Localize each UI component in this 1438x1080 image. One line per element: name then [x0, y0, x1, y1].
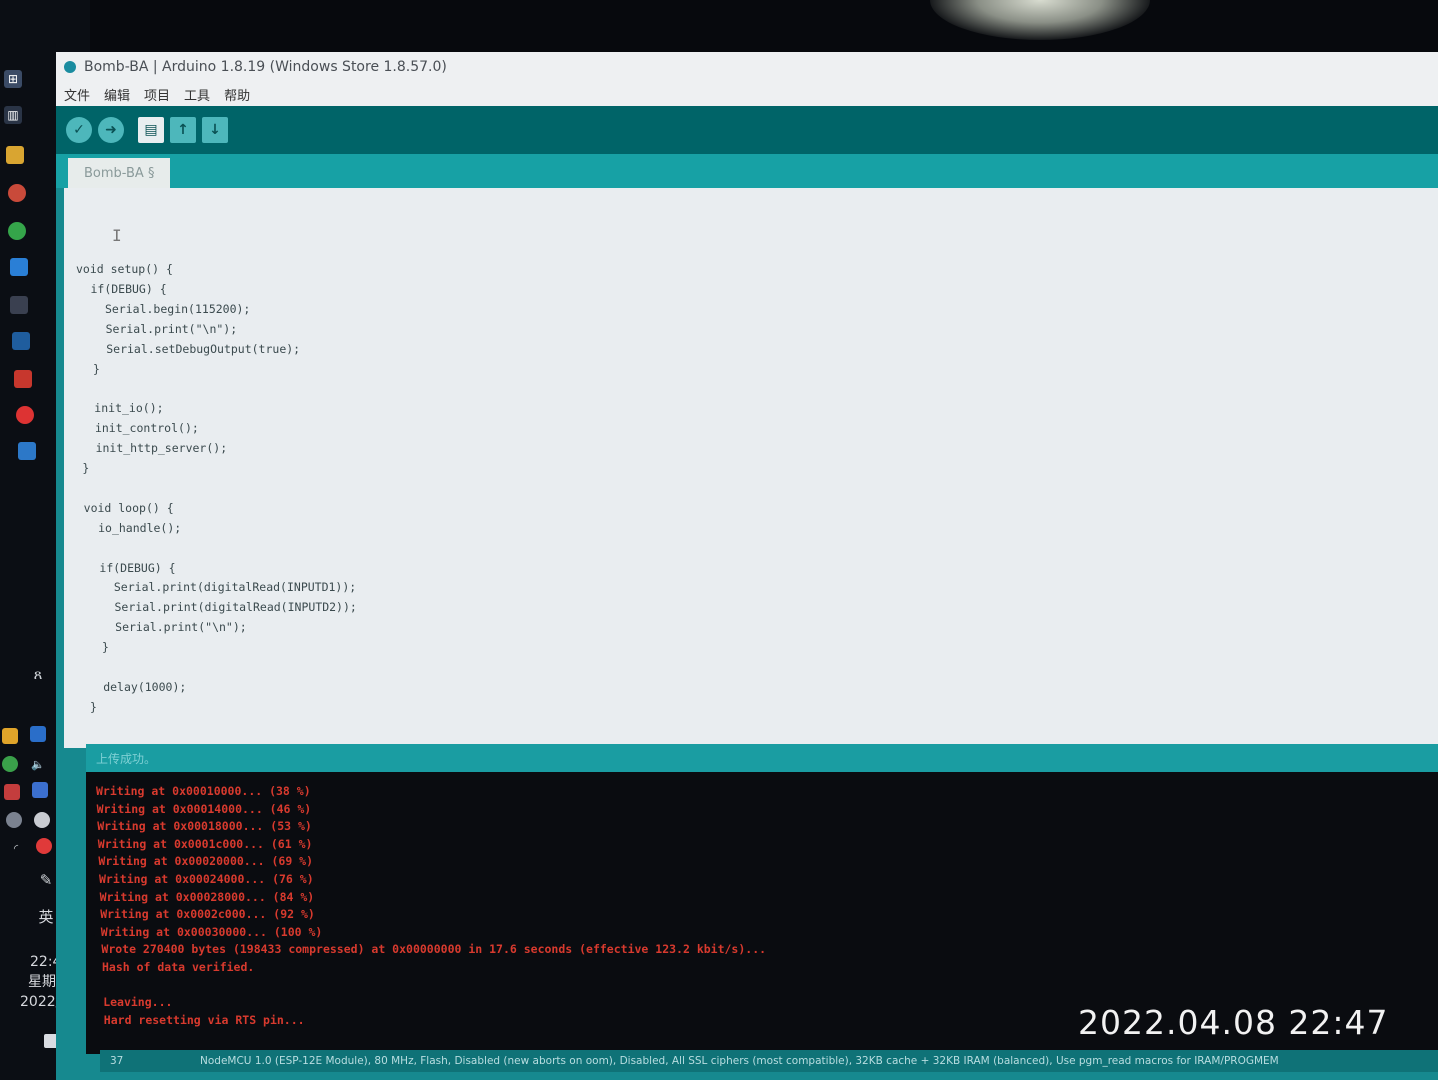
wechat-icon[interactable]	[8, 222, 26, 240]
status-message: 上传成功。	[96, 751, 157, 766]
start-icon[interactable]: ⊞	[4, 70, 22, 88]
code-line: void setup() {	[76, 262, 173, 276]
menu-bar: 文件 编辑 项目 工具 帮助	[56, 82, 1438, 106]
line-number: 37	[110, 1055, 124, 1067]
menu-file[interactable]: 文件	[64, 85, 90, 104]
terminal-icon[interactable]	[10, 296, 28, 314]
console-line: Writing at 0x00018000... (53 %)	[97, 819, 312, 834]
save-button[interactable]: ↓	[202, 117, 228, 143]
code-line: }	[90, 699, 97, 714]
menu-edit[interactable]: 编辑	[104, 85, 130, 104]
code-line: Serial.print("\n");	[77, 321, 238, 336]
code-line: io_handle();	[84, 520, 182, 535]
onedrive-icon[interactable]	[34, 812, 50, 828]
tray-app-icon-3[interactable]	[4, 784, 20, 800]
status-bar: 上传成功。	[86, 744, 1438, 772]
board-info: NodeMCU 1.0 (ESP-12E Module), 80 MHz, Fl…	[200, 1055, 1279, 1067]
console-line: Hard resetting via RTS pin...	[103, 1012, 305, 1027]
code-line: delay(1000);	[89, 679, 187, 694]
volume-icon[interactable]: 🔈	[30, 756, 46, 772]
console-line: Writing at 0x00024000... (76 %)	[99, 872, 314, 886]
code-line: init_http_server();	[81, 441, 228, 456]
code-line: init_control();	[81, 421, 199, 436]
code-editor[interactable]: I void setup() { if(DEBUG) { Serial.begi…	[64, 188, 1438, 748]
tab-bomb-ba[interactable]: Bomb-BA §	[68, 158, 171, 188]
tray-app-icon-5[interactable]	[6, 812, 22, 828]
code-line: }	[82, 461, 90, 475]
tab-bar: Bomb-BA §	[56, 154, 1438, 188]
open-button[interactable]: ↑	[170, 117, 196, 143]
arduino-logo-icon	[64, 61, 76, 73]
toolbar: ✓ ➜ ▤ ↑ ↓	[56, 106, 1438, 154]
photo-timestamp: 2022.04.08 22:47	[1078, 1003, 1389, 1042]
code-line: if(DEBUG) {	[85, 560, 176, 575]
tray-app-icon-6[interactable]	[36, 838, 52, 854]
menu-help[interactable]: 帮助	[224, 85, 250, 104]
upload-button[interactable]: ➜	[98, 117, 124, 143]
code-line: Serial.print(digitalRead(INPUTD1));	[86, 580, 357, 595]
menu-tools[interactable]: 工具	[184, 85, 210, 104]
discord-icon[interactable]	[32, 782, 48, 798]
new-file-icon: ▤	[144, 122, 158, 138]
console-line: Writing at 0x00014000... (46 %)	[96, 801, 312, 816]
code-line: void loop() {	[83, 500, 174, 515]
code-line: if(DEBUG) {	[76, 281, 167, 296]
console-line: Writing at 0x00030000... (100 %)	[100, 924, 323, 939]
console-line: Writing at 0x00010000... (38 %)	[96, 784, 311, 798]
input-method-indicator[interactable]: 英	[38, 908, 54, 926]
file-explorer-icon[interactable]	[6, 146, 24, 164]
app-icon-blue[interactable]	[18, 442, 36, 460]
vscode-icon[interactable]	[10, 258, 28, 276]
tray-app-icon[interactable]	[30, 726, 46, 742]
code-line: Serial.setDebugOutput(true);	[78, 341, 301, 356]
console-line: Writing at 0x00020000... (69 %)	[98, 854, 314, 869]
console-line: Leaving...	[103, 995, 173, 1010]
arduino-ide-window: Bomb-BA | Arduino 1.8.19 (Windows Store …	[56, 52, 1438, 1080]
new-button[interactable]: ▤	[138, 117, 164, 143]
code-line: init_io();	[80, 401, 164, 416]
arduino-taskbar-icon[interactable]	[12, 332, 30, 350]
title-bar: Bomb-BA | Arduino 1.8.19 (Windows Store …	[56, 52, 1438, 82]
netease-music-icon[interactable]	[16, 406, 34, 424]
console-line: Writing at 0x0002c000... (92 %)	[100, 907, 315, 922]
code-line: Serial.print("\n");	[87, 620, 247, 635]
wechat-tray-icon[interactable]	[2, 756, 18, 772]
console-line: Hash of data verified.	[102, 960, 255, 974]
code-line: }	[79, 361, 100, 376]
arrow-down-icon: ↓	[209, 122, 221, 138]
pen-icon[interactable]: ✎	[38, 871, 54, 889]
footer-bar: 37 NodeMCU 1.0 (ESP-12E Module), 80 MHz,…	[100, 1050, 1438, 1072]
chrome-icon[interactable]	[8, 184, 26, 202]
lamp-glare	[930, 0, 1150, 40]
code-line: Serial.begin(115200);	[77, 301, 251, 316]
check-icon: ✓	[73, 122, 85, 138]
shield-tray-icon[interactable]	[2, 728, 18, 744]
wifi-icon[interactable]: ◜	[8, 840, 24, 856]
console-line: Writing at 0x0001c000... (61 %)	[97, 836, 313, 851]
code-line: }	[88, 640, 109, 655]
people-icon[interactable]: ጸ	[30, 665, 46, 683]
arrow-up-icon: ↑	[177, 122, 189, 138]
code-line: Serial.print(digitalRead(INPUTD2));	[86, 600, 357, 615]
console-line: Writing at 0x00028000... (84 %)	[99, 889, 315, 904]
text-cursor-icon: I	[112, 226, 122, 245]
verify-button[interactable]: ✓	[66, 117, 92, 143]
task-view-icon[interactable]: ▥	[4, 106, 22, 124]
menu-sketch[interactable]: 项目	[144, 85, 170, 104]
app-icon-red[interactable]	[14, 370, 32, 388]
console-line: Wrote 270400 bytes (198433 compressed) a…	[101, 942, 767, 957]
window-title: Bomb-BA | Arduino 1.8.19 (Windows Store …	[84, 59, 447, 75]
arrow-right-icon: ➜	[105, 122, 117, 138]
